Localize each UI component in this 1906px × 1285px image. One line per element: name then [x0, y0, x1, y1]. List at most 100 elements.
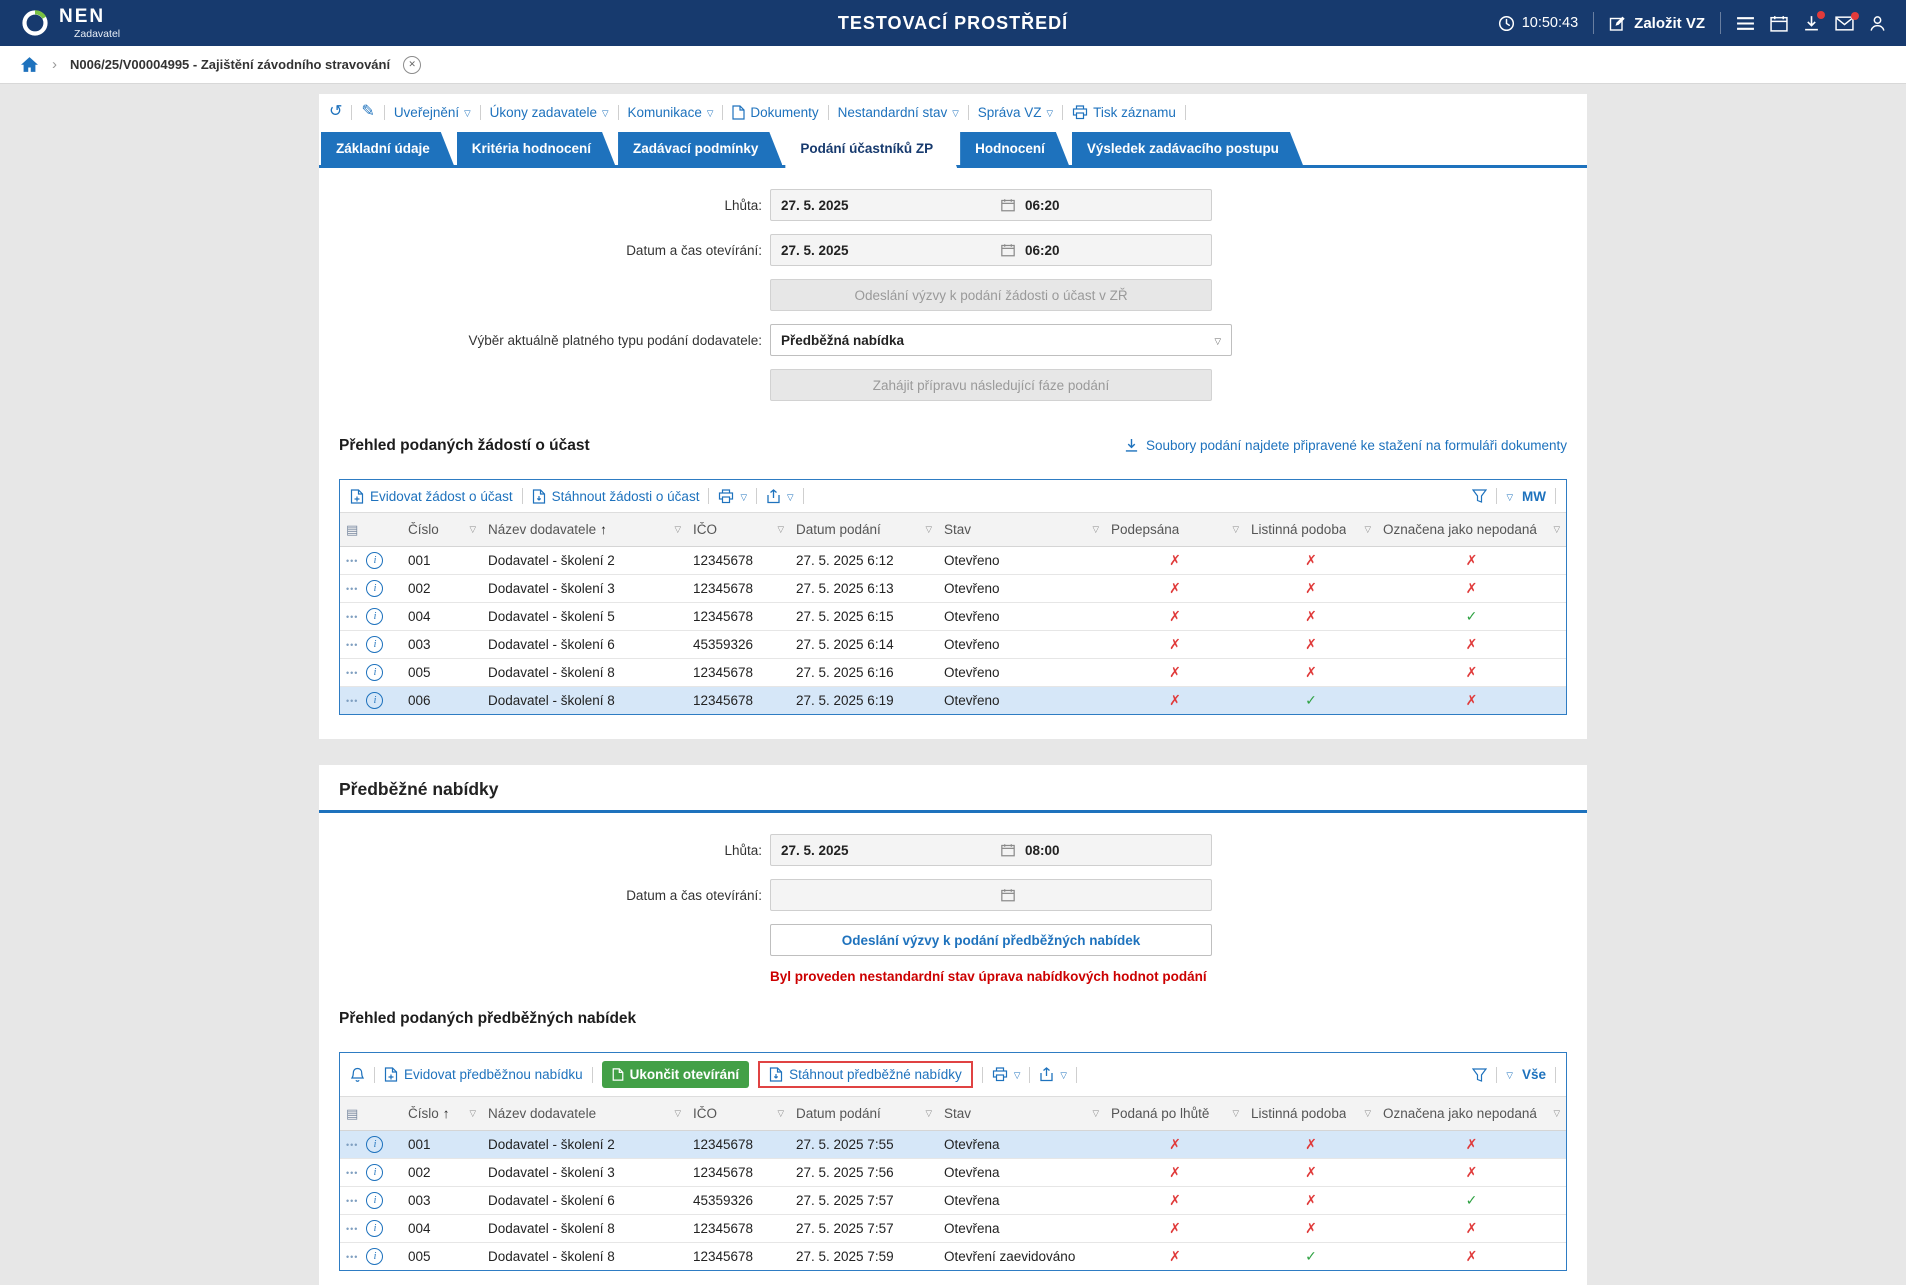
table-row[interactable]: ••• i 004 Dodavatel - školení 5 12345678 27. … — [340, 602, 1566, 631]
table-row[interactable]: ••• i 006 Dodavatel - školení 8 12345678 27. … — [340, 686, 1566, 714]
col-datum-podani[interactable]: Datum podání ▽ — [790, 512, 938, 547]
dropdown-icon[interactable]: ▽ — [740, 490, 747, 503]
col-ico[interactable]: IČO ▽ — [687, 1096, 790, 1131]
col-podana-po-lhute[interactable]: Podaná po lhůtě ▽ — [1105, 1096, 1245, 1131]
view-name[interactable]: Vše — [1522, 1067, 1546, 1082]
col-oznacena-jako-nepodana[interactable]: Označena jako nepodaná ▽ — [1377, 1096, 1566, 1131]
col-stav[interactable]: Stav ▽ — [938, 512, 1105, 547]
table-row[interactable]: ••• i 002 Dodavatel - školení 3 12345678 27. … — [340, 574, 1566, 603]
table-row[interactable]: ••• i 005 Dodavatel - školení 8 12345678 27. … — [340, 1243, 1566, 1271]
col-podepsana[interactable]: Podepsána ▽ — [1105, 512, 1245, 547]
print-button[interactable]: ▽ — [718, 488, 747, 504]
filter-dropdown-icon[interactable]: ▽ — [1232, 1108, 1239, 1119]
breadcrumb-current[interactable]: N006/25/V00004995 - Zajištění závodního … — [70, 57, 390, 72]
filter-dropdown-icon[interactable]: ▽ — [469, 1108, 476, 1119]
view-dropdown-icon[interactable]: ▽ — [1506, 490, 1513, 503]
view-dropdown-icon[interactable]: ▽ — [1506, 1068, 1513, 1081]
filter-dropdown-icon[interactable]: ▽ — [1364, 1108, 1371, 1119]
col-nazev-dodavatele[interactable]: Název dodavatele ▽ — [482, 1096, 687, 1131]
row-menu-icon[interactable]: ••• — [346, 1224, 358, 1234]
preliminary-opening-field[interactable] — [770, 879, 1212, 911]
export-button[interactable]: ▽ — [1039, 1067, 1067, 1082]
tab-podani-ucastniku-zp[interactable]: Podání účastníků ZP — [785, 132, 957, 168]
tab-hodnoceni[interactable]: Hodnocení — [960, 132, 1069, 165]
row-menu-icon[interactable]: ••• — [346, 696, 358, 706]
calendar-icon[interactable] — [1001, 243, 1015, 257]
filter-icon[interactable] — [1472, 489, 1488, 503]
col-datum-podani[interactable]: Datum podání ▽ — [790, 1096, 938, 1131]
calendar-icon[interactable] — [1770, 15, 1788, 32]
row-menu-icon[interactable]: ••• — [346, 612, 358, 622]
filter-dropdown-icon[interactable]: ▽ — [777, 1108, 784, 1119]
row-info-icon[interactable]: i — [366, 1192, 384, 1209]
home-icon[interactable] — [20, 56, 39, 73]
filter-dropdown-icon[interactable]: ▽ — [1553, 524, 1560, 535]
col-listinna-podoba[interactable]: Listinná podoba ▽ — [1245, 512, 1377, 547]
table-row[interactable]: ••• i 003 Dodavatel - školení 6 45359326 27. … — [340, 1186, 1566, 1215]
row-info-icon[interactable]: i — [366, 1248, 384, 1265]
messages-icon[interactable] — [1835, 11, 1859, 31]
row-menu-icon[interactable]: ••• — [346, 1252, 358, 1262]
calendar-icon[interactable] — [1001, 198, 1015, 212]
table-row[interactable]: ••• i 004 Dodavatel - školení 8 12345678 27. … — [340, 1214, 1566, 1243]
filter-dropdown-icon[interactable]: ▽ — [925, 524, 932, 535]
col-ico[interactable]: IČO ▽ — [687, 512, 790, 547]
table-row[interactable]: ••• i 005 Dodavatel - školení 8 12345678 27. … — [340, 658, 1566, 687]
col-oznacena-jako-nepodana[interactable]: Označena jako nepodaná ▽ — [1377, 512, 1566, 547]
menu-tisk-zaznamu[interactable]: Tisk záznamu — [1072, 105, 1176, 120]
row-info-icon[interactable]: i — [366, 636, 384, 653]
dropdown-icon[interactable]: ▽ — [1060, 1068, 1067, 1081]
evidovat-zadost-button[interactable]: Evidovat žádost o účast — [350, 489, 513, 504]
filter-dropdown-icon[interactable]: ▽ — [925, 1108, 932, 1119]
opening-field[interactable]: 27. 5. 2025 06:20 — [770, 234, 1212, 266]
row-menu-icon[interactable]: ••• — [346, 1140, 358, 1150]
row-info-icon[interactable]: i — [366, 664, 384, 681]
downloads-icon[interactable] — [1803, 10, 1825, 32]
row-info-icon[interactable]: i — [366, 608, 384, 625]
col-cislo[interactable]: Číslo ▽ — [402, 512, 482, 547]
col-stav[interactable]: Stav ▽ — [938, 1096, 1105, 1131]
edit-icon[interactable]: ✎ — [361, 104, 374, 120]
col-nazev-dodavatele[interactable]: Název dodavatele ↑ ▽ — [482, 512, 687, 547]
calendar-icon[interactable] — [1001, 843, 1015, 857]
dropdown-icon[interactable]: ▽ — [1014, 1068, 1021, 1081]
col-cislo[interactable]: Číslo ↑ ▽ — [402, 1096, 482, 1131]
filter-dropdown-icon[interactable]: ▽ — [1232, 524, 1239, 535]
print-button[interactable]: ▽ — [992, 1067, 1021, 1082]
filter-dropdown-icon[interactable]: ▽ — [1364, 524, 1371, 535]
table-row[interactable]: ••• i 003 Dodavatel - školení 6 45359326 27. … — [340, 630, 1566, 659]
menu-nestandardni-stav[interactable]: Nestandardní stav ▽ — [838, 105, 959, 120]
filter-dropdown-icon[interactable]: ▽ — [777, 524, 784, 535]
table-row[interactable]: ••• i 002 Dodavatel - školení 3 12345678 27. … — [340, 1158, 1566, 1187]
lhuta-field[interactable]: 27. 5. 2025 06:20 — [770, 189, 1212, 221]
row-menu-icon[interactable]: ••• — [346, 556, 358, 566]
filter-dropdown-icon[interactable]: ▽ — [674, 524, 681, 535]
row-info-icon[interactable]: i — [366, 1220, 384, 1237]
send-preliminary-request-button[interactable]: Odeslání výzvy k podání předběžných nabí… — [770, 924, 1212, 956]
filter-icon[interactable] — [1472, 1067, 1488, 1082]
menu-komunikace[interactable]: Komunikace ▽ — [628, 105, 714, 120]
table-row[interactable]: ••• i 001 Dodavatel - školení 2 12345678 27. … — [340, 1130, 1566, 1159]
filter-dropdown-icon[interactable]: ▽ — [1553, 1108, 1560, 1119]
nen-brand[interactable]: NEN Zadavatel — [20, 7, 120, 40]
tab-vysledek-zadavaciho-postupu[interactable]: Výsledek zadávacího postupu — [1072, 132, 1303, 165]
send-request-button[interactable]: Odeslání výzvy k podání žádosti o účast … — [770, 279, 1212, 311]
row-info-icon[interactable]: i — [366, 552, 384, 569]
notifications-bell-icon[interactable] — [350, 1067, 365, 1083]
files-download-link[interactable]: Soubory podání najdete připravené ke sta… — [1124, 438, 1567, 453]
user-icon[interactable] — [1869, 15, 1886, 32]
row-info-icon[interactable]: i — [366, 1164, 384, 1181]
export-button[interactable]: ▽ — [766, 488, 794, 504]
row-menu-icon[interactable]: ••• — [346, 640, 358, 650]
filter-dropdown-icon[interactable]: ▽ — [1092, 524, 1099, 535]
close-record-icon[interactable]: ✕ — [403, 55, 422, 74]
view-name[interactable]: MW — [1522, 489, 1546, 504]
row-menu-icon[interactable]: ••• — [346, 1196, 358, 1206]
stahnout-zadosti-button[interactable]: Stáhnout žádosti o účast — [532, 489, 699, 504]
menu-ukony-zadavatele[interactable]: Úkony zadavatele ▽ — [490, 105, 609, 120]
row-menu-icon[interactable]: ••• — [346, 584, 358, 594]
tab-zadavaci-podminky[interactable]: Zadávací podmínky — [618, 132, 782, 165]
menu-uverejneni[interactable]: Uveřejnění ▽ — [394, 105, 471, 120]
evidovat-nabidku-button[interactable]: Evidovat předběžnou nabídku — [384, 1067, 583, 1082]
tab-kriteria-hodnoceni[interactable]: Kritéria hodnocení — [457, 132, 615, 165]
